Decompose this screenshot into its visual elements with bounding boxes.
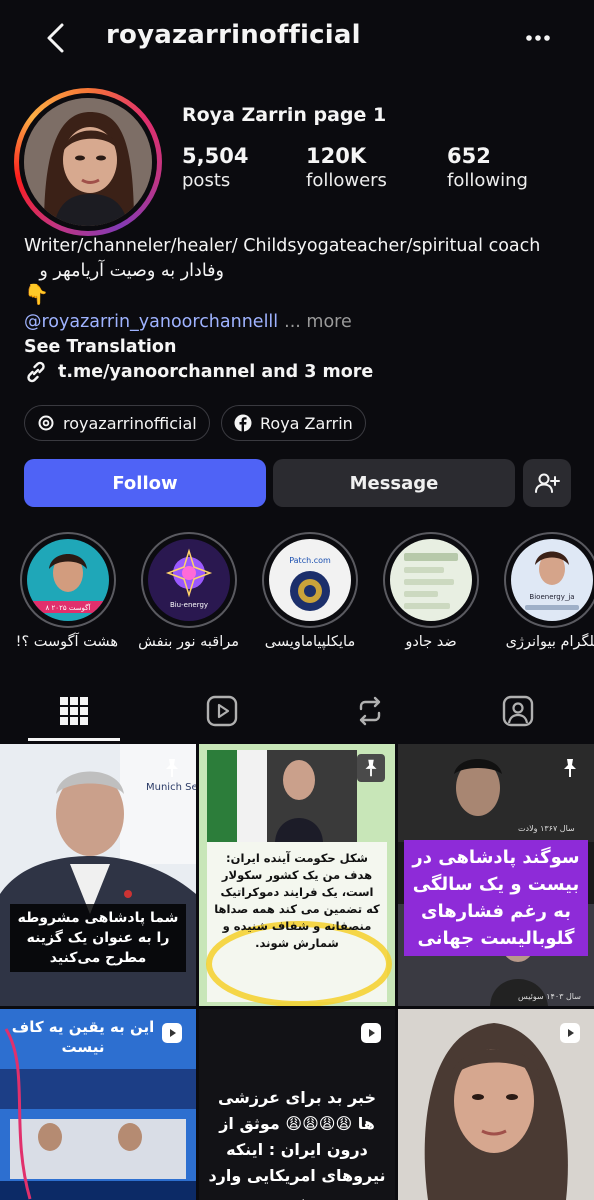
add-person-icon [535, 473, 560, 493]
external-links[interactable]: t.me/yanoorchannel and 3 more [24, 360, 373, 384]
post-overlay-text: سال ۱۴۰۳ سوئیس [518, 992, 581, 1001]
posts-count[interactable]: 5,504 posts [182, 144, 248, 191]
profile-tabs [0, 680, 594, 742]
facebook-icon [234, 414, 252, 432]
back-button[interactable] [36, 18, 76, 58]
following-count[interactable]: 652 following [447, 144, 528, 191]
bio-emoji: 👇 [24, 282, 49, 306]
more-horizontal-icon [526, 35, 550, 41]
stat-label: followers [306, 170, 387, 191]
avatar-photo [24, 98, 152, 226]
reel-icon [560, 1023, 580, 1043]
post-caption: خبر بد برای عرزشی ها 😩😩😩😩 موثق از درون ا… [208, 1088, 386, 1200]
facebook-chip[interactable]: Roya Zarrin [221, 405, 366, 441]
reel-badge [357, 1019, 385, 1047]
post-thumbnail[interactable]: شکل حکومت آینده ایران: هدف من یک کشور سک… [199, 744, 395, 1006]
profile-avatar[interactable] [14, 88, 162, 236]
highlight-thumbnail: Patch.com [269, 539, 351, 621]
highlight-thumbnail: Biu-energy [148, 539, 230, 621]
svg-text:۸ آگوست ۲۰۲۵: ۸ آگوست ۲۰۲۵ [46, 603, 92, 612]
post-thumbnail[interactable]: خبر بد برای عرزشی ها 😩😩😩😩 موثق از درون ا… [199, 1009, 395, 1200]
stat-label: following [447, 170, 528, 191]
follow-button[interactable]: Follow [24, 459, 266, 507]
stat-value: 120K [306, 144, 367, 168]
post-overlay-text: سال ۱۳۶۷ ولادت [518, 824, 575, 833]
stat-value: 5,504 [182, 144, 249, 168]
chevron-left-icon [47, 23, 64, 53]
pinned-badge [556, 754, 584, 782]
mention-link[interactable]: @royazarrin_yanoorchannelll [24, 312, 278, 332]
post-caption: سوگند پادشاهی در بیست و یک سالگی به رغم … [404, 840, 588, 956]
tab-reels[interactable] [148, 680, 296, 742]
pin-icon [564, 759, 576, 777]
highlight-label: تلگرام بیوانرژی [505, 634, 594, 650]
page-title-username: royazarrinofficial [106, 20, 361, 50]
threads-chip[interactable]: royazarrinofficial [24, 405, 210, 441]
reel-icon [162, 1023, 182, 1043]
svg-text:Bioenergy_ja: Bioenergy_ja [529, 593, 574, 601]
tab-reposts[interactable] [296, 680, 444, 742]
stat-label: posts [182, 170, 231, 191]
repost-icon [359, 696, 381, 726]
display-name: Roya Zarrin page 1 [182, 104, 387, 126]
post-caption: شما پادشاهی مشروطه را به عنوان یک گزینه … [10, 904, 186, 972]
bio-text-persian: وفادار به وصیت آریامهر و [39, 261, 224, 281]
chip-label: Roya Zarrin [260, 413, 353, 433]
bio-mention-row: @royazarrin_yanoorchannelll ... more [24, 310, 576, 335]
story-highlight[interactable]: Patch.com مایکلپیاماویسی [260, 532, 360, 650]
post-thumbnail[interactable]: سال ۱۳۶۷ ولادت سوگند پادشاهی در بیست و ی… [398, 744, 594, 1006]
svg-text:Patch.com: Patch.com [289, 556, 331, 565]
more-options-button[interactable] [516, 20, 560, 56]
highlight-label: مایکلپیاماویسی [264, 634, 356, 650]
reel-icon [361, 1023, 381, 1043]
highlight-label: مراقبه نور بنفش [138, 634, 239, 650]
grid-icon [60, 697, 88, 725]
tab-posts-grid[interactable] [0, 680, 148, 742]
profile-header: royazarrinofficial [0, 0, 594, 76]
link-icon [27, 361, 45, 383]
story-highlight[interactable]: Biu-energy مراقبه نور بنفش [138, 532, 239, 650]
message-button[interactable]: Message [273, 459, 515, 507]
reel-badge [158, 1019, 186, 1047]
suggest-people-button[interactable] [523, 459, 571, 507]
svg-text:Biu-energy: Biu-energy [170, 601, 208, 609]
post-thumbnail[interactable] [398, 1009, 594, 1200]
reel-badge [556, 1019, 584, 1047]
link-text: t.me/yanoorchannel and 3 more [58, 362, 374, 382]
highlight-label: ضد جادو [405, 634, 457, 650]
posts-grid: Munich Se Conferenc شما پادشاهی مشروطه ر… [0, 744, 594, 1200]
pin-icon [166, 759, 178, 777]
story-highlight[interactable]: ۸ آگوست ۲۰۲۵ هشت آگوست ؟! [15, 532, 118, 650]
highlight-thumbnail: ۸ آگوست ۲۰۲۵ [27, 539, 109, 621]
pinned-badge [357, 754, 385, 782]
story-highlight[interactable]: Bioenergy_ja تلگرام بیوانرژی [502, 532, 594, 650]
post-caption: شکل حکومت آینده ایران: هدف من یک کشور سک… [214, 851, 380, 950]
bio-text: Writer/channeler/healer/ Childsyogateach… [24, 236, 541, 256]
post-thumbnail[interactable]: Munich Se Conferenc شما پادشاهی مشروطه ر… [0, 744, 196, 1006]
highlight-thumbnail [390, 539, 472, 621]
highlight-thumbnail: Bioenergy_ja [511, 539, 593, 621]
tab-tagged[interactable] [444, 680, 592, 742]
svg-text:Munich Se Conferenc: Munich Se Conferenc [146, 782, 196, 793]
more-link[interactable]: ... more [284, 312, 352, 332]
threads-icon [38, 415, 54, 431]
tagged-person-icon [502, 695, 534, 727]
post-caption: این به یقین یه کاف نیست [11, 1018, 155, 1056]
story-highlight[interactable]: ضد جادو [381, 532, 481, 650]
chip-label: royazarrinofficial [63, 413, 197, 433]
active-tab-indicator [28, 738, 120, 741]
see-translation-link[interactable]: See Translation [24, 335, 576, 360]
pin-icon [365, 759, 377, 777]
post-thumbnail[interactable]: این به یقین یه کاف نیست [0, 1009, 196, 1200]
stat-value: 652 [447, 144, 491, 168]
reels-icon [206, 695, 238, 727]
pinned-badge [158, 754, 186, 782]
highlight-label: هشت آگوست ؟! [15, 634, 118, 650]
followers-count[interactable]: 120K followers [306, 144, 387, 191]
